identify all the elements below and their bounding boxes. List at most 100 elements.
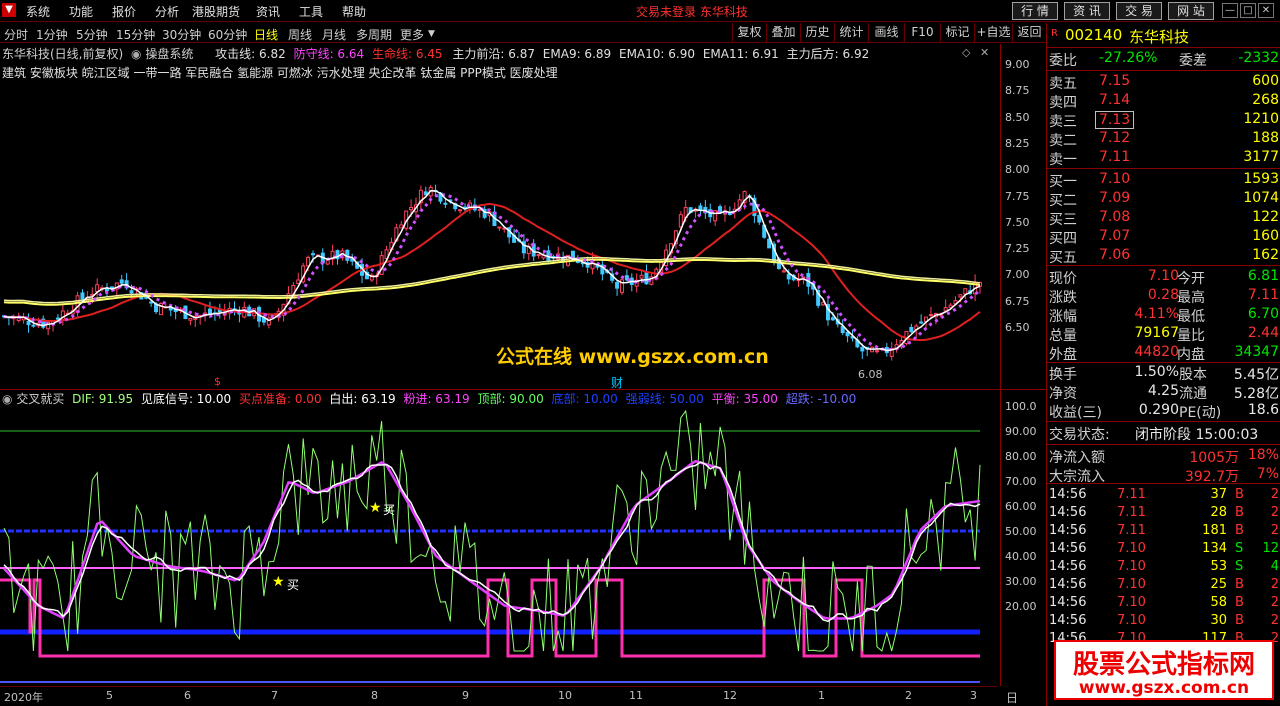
app-logo-icon[interactable]: ▼ <box>2 3 16 17</box>
stat-value: 7.11 <box>1247 287 1279 303</box>
period-5min[interactable]: 5分钟 <box>76 26 108 43</box>
ask-label: 卖一 <box>1049 152 1077 168</box>
tick-row: 14:56 7.10 30 B 2 <box>1047 613 1280 632</box>
tool-history[interactable]: 历史 <box>800 23 834 42</box>
flow-row: 净流入额 1005万 18% <box>1047 447 1280 466</box>
stat-value: 4.25 <box>1147 383 1179 399</box>
period-multi[interactable]: 多周期 <box>356 26 392 43</box>
maximize-icon[interactable]: □ <box>1240 3 1256 18</box>
ask-price[interactable]: 7.14 <box>1099 92 1130 108</box>
close-icon[interactable]: ✕ <box>1258 3 1274 18</box>
tick-price: 7.11 <box>1117 487 1146 502</box>
dif-value: DIF: 91.95 <box>72 392 134 406</box>
chevron-circle-icon[interactable]: ◉ <box>2 392 12 406</box>
menu-news[interactable]: 资讯 <box>256 3 280 20</box>
menu-hk-futures[interactable]: 港股期货 <box>192 3 240 20</box>
tool-add-watch[interactable]: +自选 <box>974 23 1012 42</box>
bid-price[interactable]: 7.06 <box>1099 247 1130 263</box>
ask-row: 卖五 7.15 600 <box>1047 73 1280 92</box>
bid-price[interactable]: 7.10 <box>1099 171 1130 187</box>
tool-overlay[interactable]: 叠加 <box>766 23 800 42</box>
indicator-tick: 100.0 <box>1005 400 1037 413</box>
stat-value: 0.28 <box>1147 287 1179 303</box>
candle-body <box>698 205 703 211</box>
date-tick: 12 <box>723 689 737 702</box>
menu-analysis[interactable]: 分析 <box>155 3 179 20</box>
tick-price: 7.10 <box>1117 613 1146 628</box>
candle-body <box>497 226 502 229</box>
tool-fuquan[interactable]: 复权 <box>732 23 766 42</box>
tool-stats[interactable]: 统计 <box>834 23 868 42</box>
indicator-name[interactable]: 交叉就买 <box>16 392 64 406</box>
tool-draw[interactable]: 画线 <box>868 23 904 42</box>
period-weekly[interactable]: 周线 <box>288 26 312 43</box>
flow-value: 1005万 <box>1189 450 1239 466</box>
candle-body <box>909 327 914 333</box>
stat-row: 涨幅 4.11% 最低 6.70 <box>1047 306 1280 325</box>
period-30min[interactable]: 30分钟 <box>162 26 201 43</box>
bid-label: 买五 <box>1049 250 1077 266</box>
stock-name: 东华科技 <box>1129 28 1190 46</box>
period-monthly[interactable]: 月线 <box>322 26 346 43</box>
ask-price[interactable]: 7.12 <box>1099 130 1130 146</box>
menu-bar: ▼ 系统 功能 报价 分析 港股期货 资讯 工具 帮助 交易未登录 东华科技 行… <box>0 0 1280 22</box>
trade-button[interactable]: 交 易 <box>1116 2 1162 20</box>
bid-label: 买四 <box>1049 231 1077 247</box>
ask-volume: 188 <box>1252 130 1279 146</box>
login-status[interactable]: 交易未登录 东华科技 <box>636 3 748 20</box>
menu-tools[interactable]: 工具 <box>299 3 323 20</box>
tool-mark[interactable]: 标记 <box>940 23 974 42</box>
pink-in-line <box>3 459 981 620</box>
bid-price[interactable]: 7.07 <box>1099 228 1130 244</box>
ask-price[interactable]: 7.15 <box>1099 73 1130 89</box>
stat-value: 6.81 <box>1247 268 1279 284</box>
tick-count: 2 <box>1270 505 1279 520</box>
menu-system[interactable]: 系统 <box>26 3 50 20</box>
tick-volume: 58 <box>1210 595 1227 610</box>
menu-function[interactable]: 功能 <box>69 3 93 20</box>
dividend-marker[interactable]: $ <box>214 375 221 388</box>
quote-button[interactable]: 行 情 <box>1012 2 1058 20</box>
period-15min[interactable]: 15分钟 <box>116 26 155 43</box>
date-tick: 8 <box>371 689 378 702</box>
period-60min[interactable]: 60分钟 <box>208 26 247 43</box>
date-axis: 2020年 5 6 7 8 9 10 11 12 1 2 3 日线 <box>0 686 1018 706</box>
bid-price[interactable]: 7.09 <box>1099 190 1130 206</box>
chevron-down-icon[interactable]: ▼ <box>428 29 435 39</box>
bottom-value: 底部: 10.00 <box>551 392 618 406</box>
ask-price[interactable]: 7.11 <box>1099 149 1130 165</box>
stat-label: 最高 <box>1177 290 1205 306</box>
stat-row: 净资 4.25 流通 5.28亿 <box>1047 383 1280 402</box>
candle-body <box>713 210 718 222</box>
minimize-icon[interactable]: — <box>1222 3 1238 18</box>
date-tick: 1 <box>818 689 825 702</box>
weicha-label: 委差 <box>1179 53 1207 69</box>
stat-row: 涨跌 0.28 最高 7.11 <box>1047 287 1280 306</box>
buy-label: 买 <box>287 578 300 592</box>
tool-f10[interactable]: F10 <box>904 23 940 42</box>
tick-time: 14:56 <box>1049 505 1087 520</box>
news-button[interactable]: 资 讯 <box>1064 2 1110 20</box>
stat-label: 量比 <box>1177 328 1205 344</box>
bid-price[interactable]: 7.08 <box>1099 209 1130 225</box>
menu-quote[interactable]: 报价 <box>112 3 136 20</box>
stat-label: 换手 <box>1049 367 1077 383</box>
menu-help[interactable]: 帮助 <box>342 3 366 20</box>
period-fenshi[interactable]: 分时 <box>4 26 28 43</box>
balance-value: 平衡: 35.00 <box>711 392 778 406</box>
tool-back[interactable]: 返回 <box>1012 23 1046 42</box>
candlestick-chart[interactable] <box>0 44 1000 390</box>
period-label[interactable]: 日线 <box>1006 689 1018 706</box>
period-1min[interactable]: 1分钟 <box>36 26 68 43</box>
date-tick: 11 <box>629 689 643 702</box>
indicator-tick: 70.00 <box>1005 475 1037 488</box>
period-more[interactable]: 更多 <box>400 26 424 43</box>
indicator-chart[interactable]: ★ ★ <box>0 408 1000 686</box>
period-daily[interactable]: 日线 <box>254 26 278 43</box>
strong-weak-value: 强弱线: 50.00 <box>625 392 704 406</box>
indicator-tick: 30.00 <box>1005 575 1037 588</box>
candle-body <box>458 209 463 212</box>
ask-price[interactable]: 7.13 <box>1095 111 1135 129</box>
stat-label: 外盘 <box>1049 347 1077 363</box>
website-button[interactable]: 网 站 <box>1168 2 1214 20</box>
